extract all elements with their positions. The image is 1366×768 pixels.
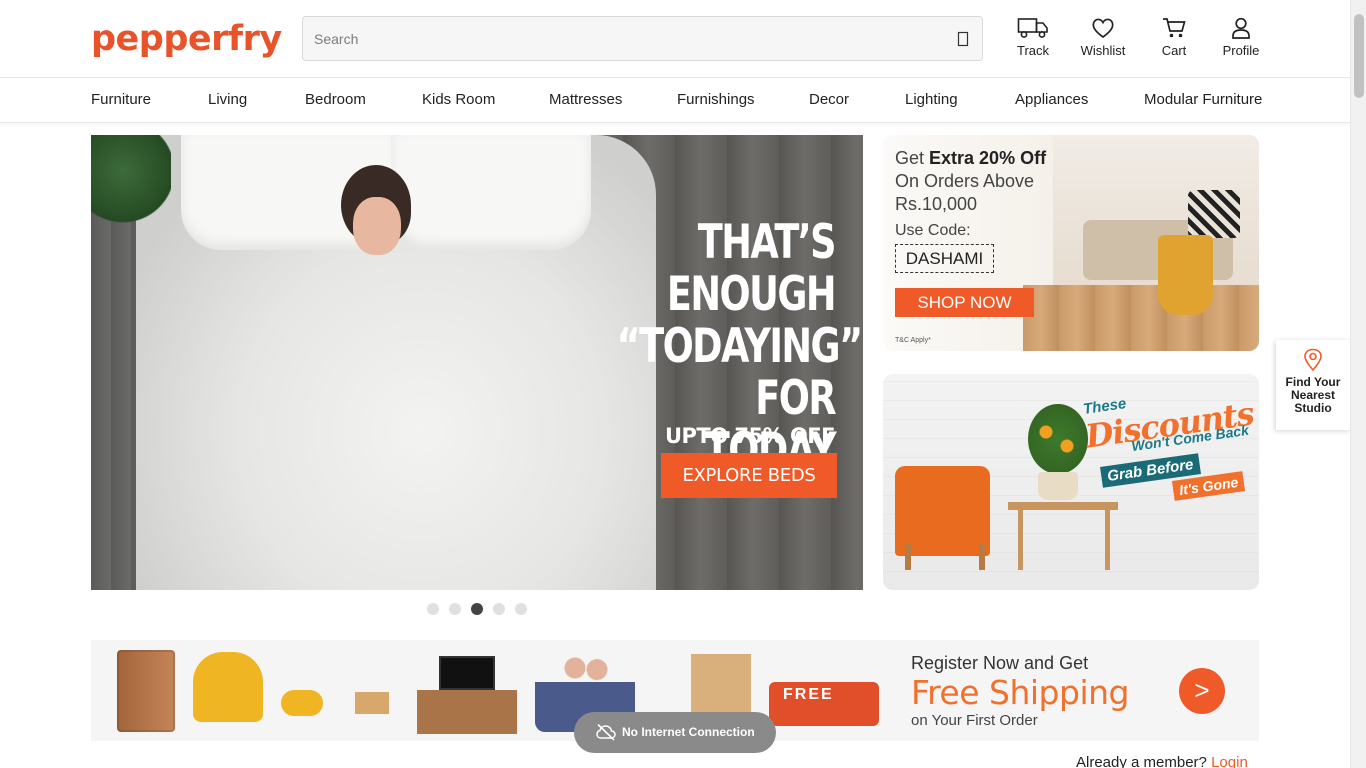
table-leg-image <box>1018 510 1023 570</box>
pot-image <box>1038 472 1078 500</box>
cart-icon <box>1163 18 1186 38</box>
wishlist-label: Wishlist <box>1080 43 1126 58</box>
nav-item-mattresses[interactable]: Mattresses <box>549 91 622 108</box>
user-icon <box>1232 17 1250 39</box>
chair-leg-image <box>979 544 985 570</box>
furniture-collage-image: FREE <box>111 646 891 736</box>
bedside-table-image <box>355 692 389 714</box>
location-pin-icon <box>1304 348 1322 372</box>
carousel-dot[interactable] <box>427 603 439 615</box>
truck-icon <box>1017 18 1048 38</box>
tv-unit-image <box>417 690 517 734</box>
chair-leg-image <box>905 544 911 570</box>
nav-item-modular-furniture[interactable]: Modular Furniture <box>1144 91 1262 108</box>
cart-button[interactable]: Cart <box>1146 17 1202 58</box>
nav-item-appliances[interactable]: Appliances <box>1015 91 1088 108</box>
login-link[interactable]: Login <box>1211 754 1248 768</box>
hero-woman-face-image <box>353 197 401 255</box>
promo-offer-amount: Rs.10,000 <box>895 194 978 214</box>
nav-item-decor[interactable]: Decor <box>809 91 849 108</box>
nav-item-furniture[interactable]: Furniture <box>91 91 151 108</box>
promo-offer-line: On Orders Above <box>895 171 1035 191</box>
side-table-image <box>1008 502 1118 510</box>
chest-of-drawers-image <box>117 650 175 732</box>
plant-image <box>1028 404 1088 474</box>
explore-beds-button[interactable]: EXPLORE BEDS <box>661 453 837 498</box>
promo-offer-text: Get Extra 20% Off On Orders Above Rs.10,… <box>895 147 1046 216</box>
nav-item-living[interactable]: Living <box>208 91 247 108</box>
cart-label: Cart <box>1161 43 1187 58</box>
shipping-headline: Free Shipping <box>911 673 1129 712</box>
yellow-armchair-image <box>193 652 263 722</box>
member-prompt-text: Already a member? <box>1076 754 1207 768</box>
no-internet-toast: No Internet Connection <box>574 712 776 753</box>
member-login-prompt: Already a member? Login <box>1076 754 1248 768</box>
search-bar[interactable] <box>302 16 983 61</box>
coupon-code: DASHAMI <box>895 244 994 273</box>
boxes-image <box>691 654 751 714</box>
ottoman-image <box>281 690 323 716</box>
search-icon[interactable] <box>957 31 971 47</box>
carousel-dots <box>427 603 527 615</box>
heart-icon <box>1092 18 1114 39</box>
hero-pillow-image <box>391 135 591 250</box>
carousel-dot[interactable] <box>449 603 461 615</box>
carousel-dot[interactable] <box>493 603 505 615</box>
page-scrollbar[interactable] <box>1350 0 1366 768</box>
nav-item-kids-room[interactable]: Kids Room <box>422 91 495 108</box>
hero-headline-line: ENOUGH <box>666 267 837 322</box>
promo-floor-image <box>1023 285 1259 351</box>
promo-offer-prefix: Get <box>895 148 930 168</box>
extra-discount-promo-card[interactable]: Get Extra 20% Off On Orders Above Rs.10,… <box>883 135 1259 351</box>
shop-now-button[interactable]: SHOP NOW <box>895 288 1034 317</box>
hero-headline-line: THAT’S <box>697 215 837 270</box>
tv-image <box>439 656 495 690</box>
profile-label: Profile <box>1222 43 1260 58</box>
hero-plant-image <box>91 135 171 225</box>
nav-item-bedroom[interactable]: Bedroom <box>305 91 366 108</box>
category-nav: Furniture Living Bedroom Kids Room Mattr… <box>0 78 1350 123</box>
nav-item-furnishings[interactable]: Furnishings <box>677 91 755 108</box>
truck-free-text: FREE <box>783 686 834 703</box>
find-studio-button[interactable]: Find Your Nearest Studio <box>1276 340 1350 430</box>
studio-label-line: Studio <box>1294 401 1332 415</box>
discounts-promo-card[interactable]: These Discounts Won't Come Back Grab Bef… <box>883 374 1259 590</box>
hero-banner[interactable]: THAT’S ENOUGH “TODAYING” FOR TODAY UPTO … <box>91 135 863 590</box>
site-header: pepperfry Track Wishlist Cart <box>0 0 1350 78</box>
cushion-image <box>1188 190 1240 238</box>
nav-item-lighting[interactable]: Lighting <box>905 91 958 108</box>
coupon-code-label: Use Code: <box>895 222 971 239</box>
track-button[interactable]: Track <box>1005 17 1061 58</box>
wishlist-button[interactable]: Wishlist <box>1075 17 1131 58</box>
cloud-offline-icon <box>596 723 616 741</box>
promo-offer-highlight: Extra 20% Off <box>929 148 1047 168</box>
armchair-image <box>895 466 990 556</box>
pepperfry-logo[interactable]: pepperfry <box>91 17 282 61</box>
carousel-dot[interactable] <box>515 603 527 615</box>
hero-offer-text: UPTO 75% OFF <box>664 424 836 448</box>
table-leg-image <box>1105 510 1110 570</box>
terms-text: T&C Apply* <box>895 337 931 344</box>
profile-button[interactable]: Profile <box>1213 17 1269 58</box>
shipping-arrow-button[interactable]: > <box>1179 668 1225 714</box>
carousel-dot-active[interactable] <box>471 603 483 615</box>
hero-headline-line: “TODAYING” <box>616 319 863 374</box>
track-label: Track <box>1016 43 1050 58</box>
shipping-first-order-text: on Your First Order <box>911 712 1038 729</box>
shipping-register-text: Register Now and Get <box>911 653 1089 673</box>
throw-blanket-image <box>1158 235 1213 315</box>
toast-text: No Internet Connection <box>622 725 755 739</box>
scrollbar-thumb[interactable] <box>1354 14 1364 98</box>
search-input[interactable] <box>303 17 923 60</box>
